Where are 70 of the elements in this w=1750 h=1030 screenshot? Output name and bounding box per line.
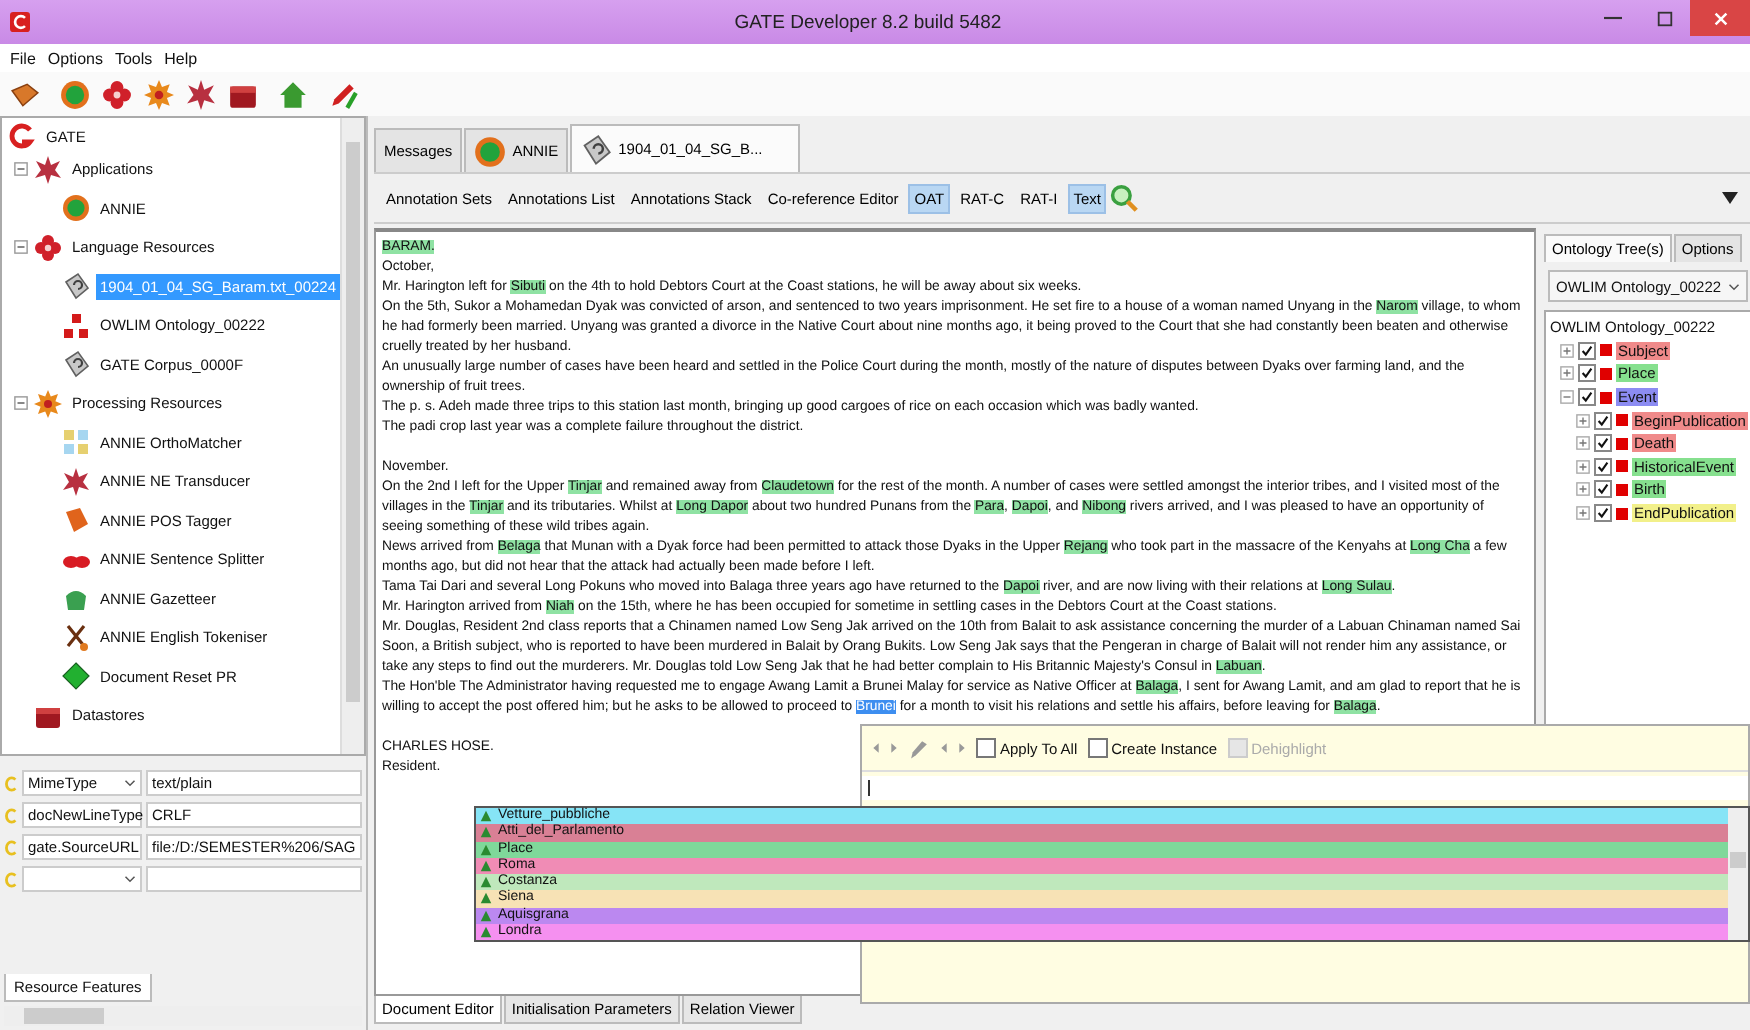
- expand-icon[interactable]: [1576, 459, 1590, 474]
- previous-icon[interactable]: [872, 742, 880, 754]
- ring-icon: [62, 194, 90, 223]
- gear-icon: [143, 79, 173, 109]
- collapse-icon[interactable]: [1560, 390, 1574, 405]
- flower-icon: [101, 79, 131, 109]
- starburst-icon: [62, 467, 90, 496]
- expand-icon[interactable]: [1560, 366, 1574, 381]
- feature-value-field[interactable]: [146, 866, 362, 892]
- checkbox[interactable]: [1594, 434, 1612, 453]
- toolbar-button[interactable]: [56, 76, 92, 112]
- toolbar-button[interactable]: [182, 76, 218, 112]
- maximize-icon: [1655, 9, 1673, 27]
- search-button[interactable]: [1110, 184, 1139, 212]
- expand-icon[interactable]: [1576, 413, 1590, 428]
- scissors-icon: [62, 623, 90, 652]
- squares-icon: [62, 311, 90, 340]
- expand-icon[interactable]: [1576, 506, 1590, 521]
- tag-icon: [62, 506, 90, 535]
- chevron-down-icon: [1727, 281, 1740, 291]
- close-button[interactable]: [1690, 0, 1750, 36]
- window-title: GATE Developer 8.2 build 5482: [732, 11, 1004, 33]
- minimize-icon: [1603, 16, 1621, 20]
- gear-icon: [34, 389, 62, 418]
- chevron-down-icon: [124, 778, 136, 788]
- search-icon: [1110, 184, 1139, 212]
- scrollbar[interactable]: [1728, 808, 1748, 940]
- diamond-icon: [62, 662, 90, 691]
- starburst-icon: [34, 155, 62, 184]
- menu-item[interactable]: Help: [164, 49, 198, 67]
- checkbox[interactable]: [1578, 388, 1596, 407]
- expand-icon[interactable]: [1560, 343, 1574, 358]
- checkbox[interactable]: [1578, 341, 1596, 360]
- tiles-icon: [62, 428, 90, 457]
- menu-item[interactable]: Tools: [114, 49, 153, 67]
- next-icon[interactable]: [958, 742, 966, 754]
- logo-icon: [8, 122, 36, 150]
- checkbox[interactable]: [1594, 411, 1612, 430]
- checkbox[interactable]: [1594, 457, 1612, 476]
- app-icon: [10, 12, 30, 32]
- checkbox[interactable]: [1594, 504, 1612, 523]
- ring-icon: [474, 135, 507, 167]
- menu-item[interactable]: Options: [47, 49, 103, 67]
- document-icon: [62, 272, 90, 301]
- collapse-icon[interactable]: [14, 162, 28, 177]
- dropdown-arrow-icon[interactable]: [1722, 192, 1738, 204]
- pen-icon[interactable]: [908, 737, 930, 759]
- menu-item[interactable]: File: [10, 49, 36, 67]
- expand-icon[interactable]: [1576, 436, 1590, 451]
- flower-icon: [34, 233, 62, 262]
- previous-icon[interactable]: [940, 742, 948, 754]
- ring-icon: [59, 79, 89, 109]
- starburst-icon: [185, 79, 215, 109]
- box-icon: [9, 79, 39, 109]
- checkbox[interactable]: [1594, 480, 1612, 499]
- pencil-icon: [327, 79, 357, 109]
- next-icon[interactable]: [890, 742, 898, 754]
- collapse-icon[interactable]: [14, 396, 28, 411]
- close-icon: [1711, 9, 1729, 27]
- document-icon: [62, 350, 90, 379]
- chevron-down-icon: [124, 874, 136, 884]
- collapse-icon[interactable]: [14, 240, 28, 255]
- expand-icon[interactable]: [1576, 482, 1590, 497]
- house-icon: [277, 79, 307, 109]
- document-icon: [580, 133, 613, 165]
- toolbar-button[interactable]: [98, 76, 134, 112]
- checkbox[interactable]: [1578, 364, 1596, 383]
- annotation-input-field[interactable]: [862, 776, 1748, 800]
- toolbar-button[interactable]: [140, 76, 176, 112]
- scrollbar[interactable]: [340, 118, 364, 754]
